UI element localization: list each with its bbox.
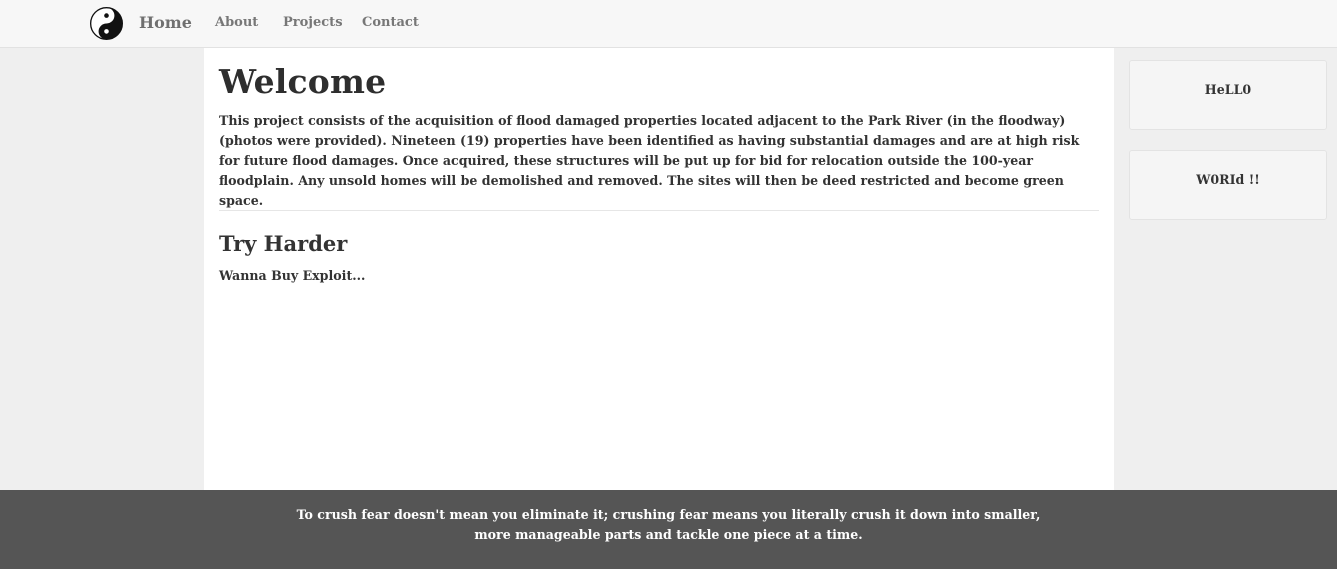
nav-about-link[interactable]: About [215, 0, 258, 46]
intro-paragraph: This project consists of the acquisition… [219, 113, 1080, 208]
section-divider [219, 210, 1099, 211]
footer-quote-line-2: more manageable parts and tackle one pie… [474, 527, 863, 542]
nav-projects-link[interactable]: Projects [283, 0, 343, 46]
page-title: Welcome [219, 62, 387, 101]
section-text: Wanna Buy Exploit... [219, 268, 366, 283]
sidebar-widget-hello: HeLL0 [1129, 60, 1327, 130]
yin-yang-icon[interactable] [90, 7, 123, 40]
nav-home-link[interactable]: Home [139, 0, 192, 46]
section-title: Try Harder [219, 231, 348, 256]
footer: To crush fear doesn't mean you eliminate… [0, 490, 1337, 569]
top-navbar: Home About Projects Contact [0, 0, 1337, 48]
sidebar-widget-world: W0RId !! [1129, 150, 1327, 220]
main-content-panel: Welcome This project consists of the acq… [204, 48, 1114, 490]
nav-contact-link[interactable]: Contact [362, 0, 419, 46]
footer-quote-line-1: To crush fear doesn't mean you eliminate… [296, 507, 1041, 522]
